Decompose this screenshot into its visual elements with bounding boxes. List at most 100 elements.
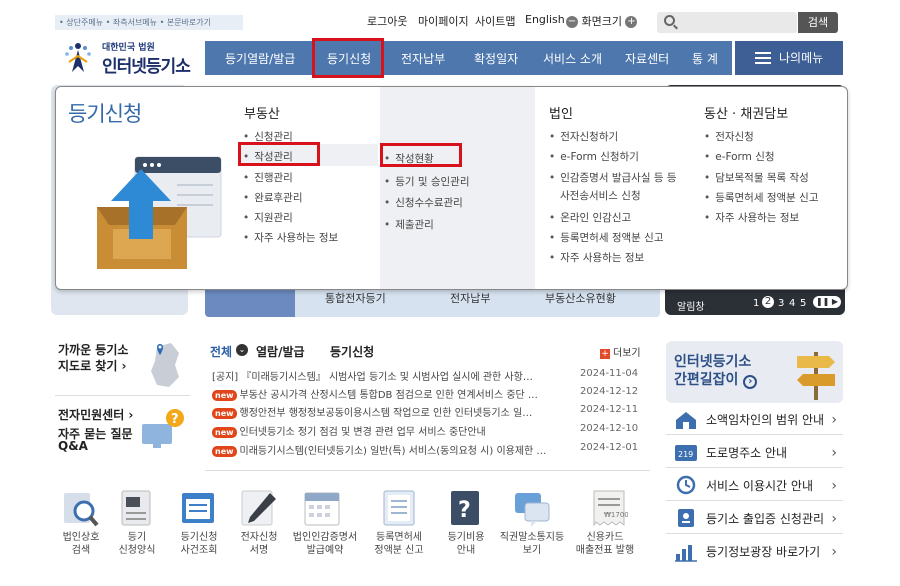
nav-item-resource-center[interactable]: 자료센터 <box>625 50 669 67</box>
menu-item-support-manage[interactable]: 지원관리 <box>243 210 293 225</box>
nearby-registry-title[interactable]: 가까운 등기소 <box>58 341 128 358</box>
qna-link[interactable]: Q&A <box>58 439 88 453</box>
skip-links[interactable]: • 상단주메뉴 • 좌측서브메뉴 • 본문바로가기 <box>55 15 243 30</box>
news-row-date: 2024-11-04 <box>580 368 639 379</box>
logo-title[interactable]: 인터넷등기소 <box>102 52 191 77</box>
speech-bubble-icon[interactable] <box>513 489 551 529</box>
highlight-box-draft <box>238 142 320 166</box>
news-row-4[interactable]: new 인터넷등기소 정기 점검 및 변경 관련 업무 서비스 중단안내 <box>212 423 572 438</box>
highlight-box-nav <box>312 38 384 78</box>
e-civil-center-link[interactable]: 전자민원센터 › <box>58 406 133 423</box>
quick-label-card-receipt[interactable]: 신용카드매출전표 발행 <box>570 531 640 557</box>
left-divider <box>55 395 190 396</box>
tab-all[interactable]: 전체 <box>210 343 232 360</box>
nav-item-view-issue[interactable]: 등기열람/발급 <box>225 50 295 67</box>
mypage-link[interactable]: 마이페이지 <box>418 13 469 29</box>
quick-label-line: 보기 <box>522 545 542 556</box>
quick-label-line: 서명 <box>249 545 269 556</box>
movable-item-frequent-info[interactable]: 자주 사용하는 정보 <box>704 210 799 225</box>
quick-label-seal-reserve[interactable]: 법인인감증명서 발급예약 <box>290 531 360 557</box>
corp-name-search-icon[interactable] <box>62 489 100 529</box>
receipt-icon[interactable]: ₩1700 <box>590 489 628 529</box>
pager-controls-icon[interactable]: ❚❚ ▶ <box>813 296 841 308</box>
pager-page-2[interactable]: 2 <box>762 296 774 308</box>
easy-guide-text[interactable]: 인터넷등기소 간편길잡이 › <box>674 353 758 389</box>
tab-view-issue[interactable]: 열람/발급 <box>256 343 305 360</box>
corp-item-seal-cert-line2[interactable]: 사전송서비스 신청 <box>560 188 641 203</box>
nav-item-statistics[interactable]: 통 계 <box>692 50 718 67</box>
news-row-date: 2024-12-01 <box>580 442 639 453</box>
logout-link[interactable]: 로그아웃 <box>367 13 407 29</box>
new-badge: new <box>212 408 237 419</box>
news-row-3[interactable]: new 행정안전부 행정정보공동이용시스템 작업으로 인한 인터넷등기소 일… <box>212 404 572 419</box>
menu-item-progress-manage[interactable]: 진행관리 <box>243 170 293 185</box>
nav-item-fixed-date[interactable]: 확정일자 <box>474 50 518 67</box>
search-input[interactable] <box>657 12 797 33</box>
upload-tray-icon <box>97 156 222 269</box>
svg-text:?: ? <box>458 498 471 523</box>
menu-item-frequent-info[interactable]: 자주 사용하는 정보 <box>243 230 338 245</box>
strip-label-ownership[interactable]: 부동산소유현황 <box>545 290 616 306</box>
zoom-out-icon[interactable]: − <box>566 16 578 28</box>
quick-label-form[interactable]: 등기 신청양식 <box>102 531 172 557</box>
question-book-icon[interactable]: ? <box>447 489 485 529</box>
quick-label-line: 매출전표 발행 <box>575 545 635 556</box>
popup-label: 알림창 <box>677 302 705 313</box>
sitemap-link[interactable]: 사이트맵 <box>475 13 515 29</box>
nearby-registry-link[interactable]: 지도로 찾기 › <box>58 357 127 374</box>
pager-page-5[interactable]: 5 <box>800 298 806 309</box>
submenu-item-fee-manage[interactable]: 신청수수료관리 <box>384 195 463 210</box>
english-link[interactable]: English <box>525 13 565 26</box>
my-menu-button[interactable]: 나의메뉴 <box>735 41 843 75</box>
strip-label-integrated[interactable]: 통합전자등기 <box>325 290 386 306</box>
news-row-text: 미래등기시스템(인터넷등기소) 일반(특) 서비스(동의요청 시) 이용제한 … <box>239 446 547 457</box>
search-button[interactable]: 검색 <box>798 12 838 33</box>
chevron-down-icon[interactable]: ⌄ <box>236 344 248 356</box>
quick-label-license-tax[interactable]: 등록면허세 정액분 신고 <box>364 531 434 557</box>
strip-label-epayment[interactable]: 전자납부 <box>450 290 490 306</box>
pager-page-1[interactable]: 1 <box>753 298 759 309</box>
more-label: 더보기 <box>613 348 641 359</box>
corp-item-frequent-info[interactable]: 자주 사용하는 정보 <box>549 250 644 265</box>
case-lookup-icon[interactable] <box>180 489 218 529</box>
nav-item-e-payment[interactable]: 전자납부 <box>401 50 445 67</box>
quick-label-line: 안내 <box>456 545 476 556</box>
movable-item-eform[interactable]: e-Form 신청 <box>704 149 774 164</box>
quick-label-line: 신용카드 <box>586 532 624 543</box>
pager-page-3[interactable]: 3 <box>778 298 784 309</box>
court-logo-icon[interactable] <box>57 38 99 78</box>
col-head-real-estate: 부동산 <box>244 107 280 122</box>
corp-item-online-seal[interactable]: 온라인 인감신고 <box>549 210 631 225</box>
movable-item-e-apply[interactable]: 전자신청 <box>704 129 754 144</box>
pager-page-4[interactable]: 4 <box>789 298 795 309</box>
news-row-5[interactable]: new 미래등기시스템(인터넷등기소) 일반(특) 서비스(동의요청 시) 이용제… <box>212 442 572 457</box>
form-template-icon[interactable] <box>118 489 156 529</box>
quick-label-e-signature[interactable]: 전자신청 서명 <box>224 531 294 557</box>
tab-registration-apply[interactable]: 등기신청 <box>330 343 374 360</box>
calendar-icon[interactable] <box>303 489 341 529</box>
corp-item-license-tax[interactable]: 등록면허세 정액분 신고 <box>549 230 663 245</box>
document-icon[interactable] <box>380 489 418 529</box>
zoom-control: − 화면크기 + <box>566 13 638 29</box>
zoom-in-icon[interactable]: + <box>625 16 638 28</box>
quick-label-line: 발급예약 <box>306 545 344 556</box>
submenu-item-approval[interactable]: 등기 및 승인관리 <box>384 174 469 189</box>
bar-chart-icon <box>675 545 697 562</box>
col-head-corporation: 법인 <box>549 107 573 122</box>
news-row-1[interactable]: [공지] 『미래등기시스템』 시범사업 등기소 및 시범사업 실시에 관한 사항… <box>212 368 572 383</box>
corp-item-e-apply[interactable]: 전자신청하기 <box>549 129 618 144</box>
movable-item-collateral-list[interactable]: 담보목적물 목록 작성 <box>704 170 809 185</box>
news-row-2[interactable]: new 부동산 공시가격 산정시스템 통합DB 점검으로 인한 연계서비스 중단 … <box>212 386 572 401</box>
corp-item-eform[interactable]: e-Form 신청하기 <box>549 149 639 164</box>
new-badge: new <box>212 427 237 438</box>
more-link[interactable]: + 더보기 <box>600 344 641 359</box>
quick-label-cancel-notice[interactable]: 직권말소통지등 보기 <box>497 531 567 557</box>
easy-guide-line2: 간편길잡이 › <box>674 371 758 389</box>
movable-item-license-tax[interactable]: 등록면허세 정액분 신고 <box>704 190 818 205</box>
menu-item-post-completion[interactable]: 완료후관리 <box>243 190 302 205</box>
nav-item-service-intro[interactable]: 서비스 소개 <box>543 50 602 67</box>
e-signature-pen-icon[interactable] <box>240 489 278 529</box>
submenu-item-submit-manage[interactable]: 제출관리 <box>384 217 434 232</box>
quick-label-cost-guide[interactable]: 등기비용 안내 <box>431 531 501 557</box>
corp-item-seal-cert[interactable]: 인감증명서 발급사실 등 등 <box>549 170 684 185</box>
